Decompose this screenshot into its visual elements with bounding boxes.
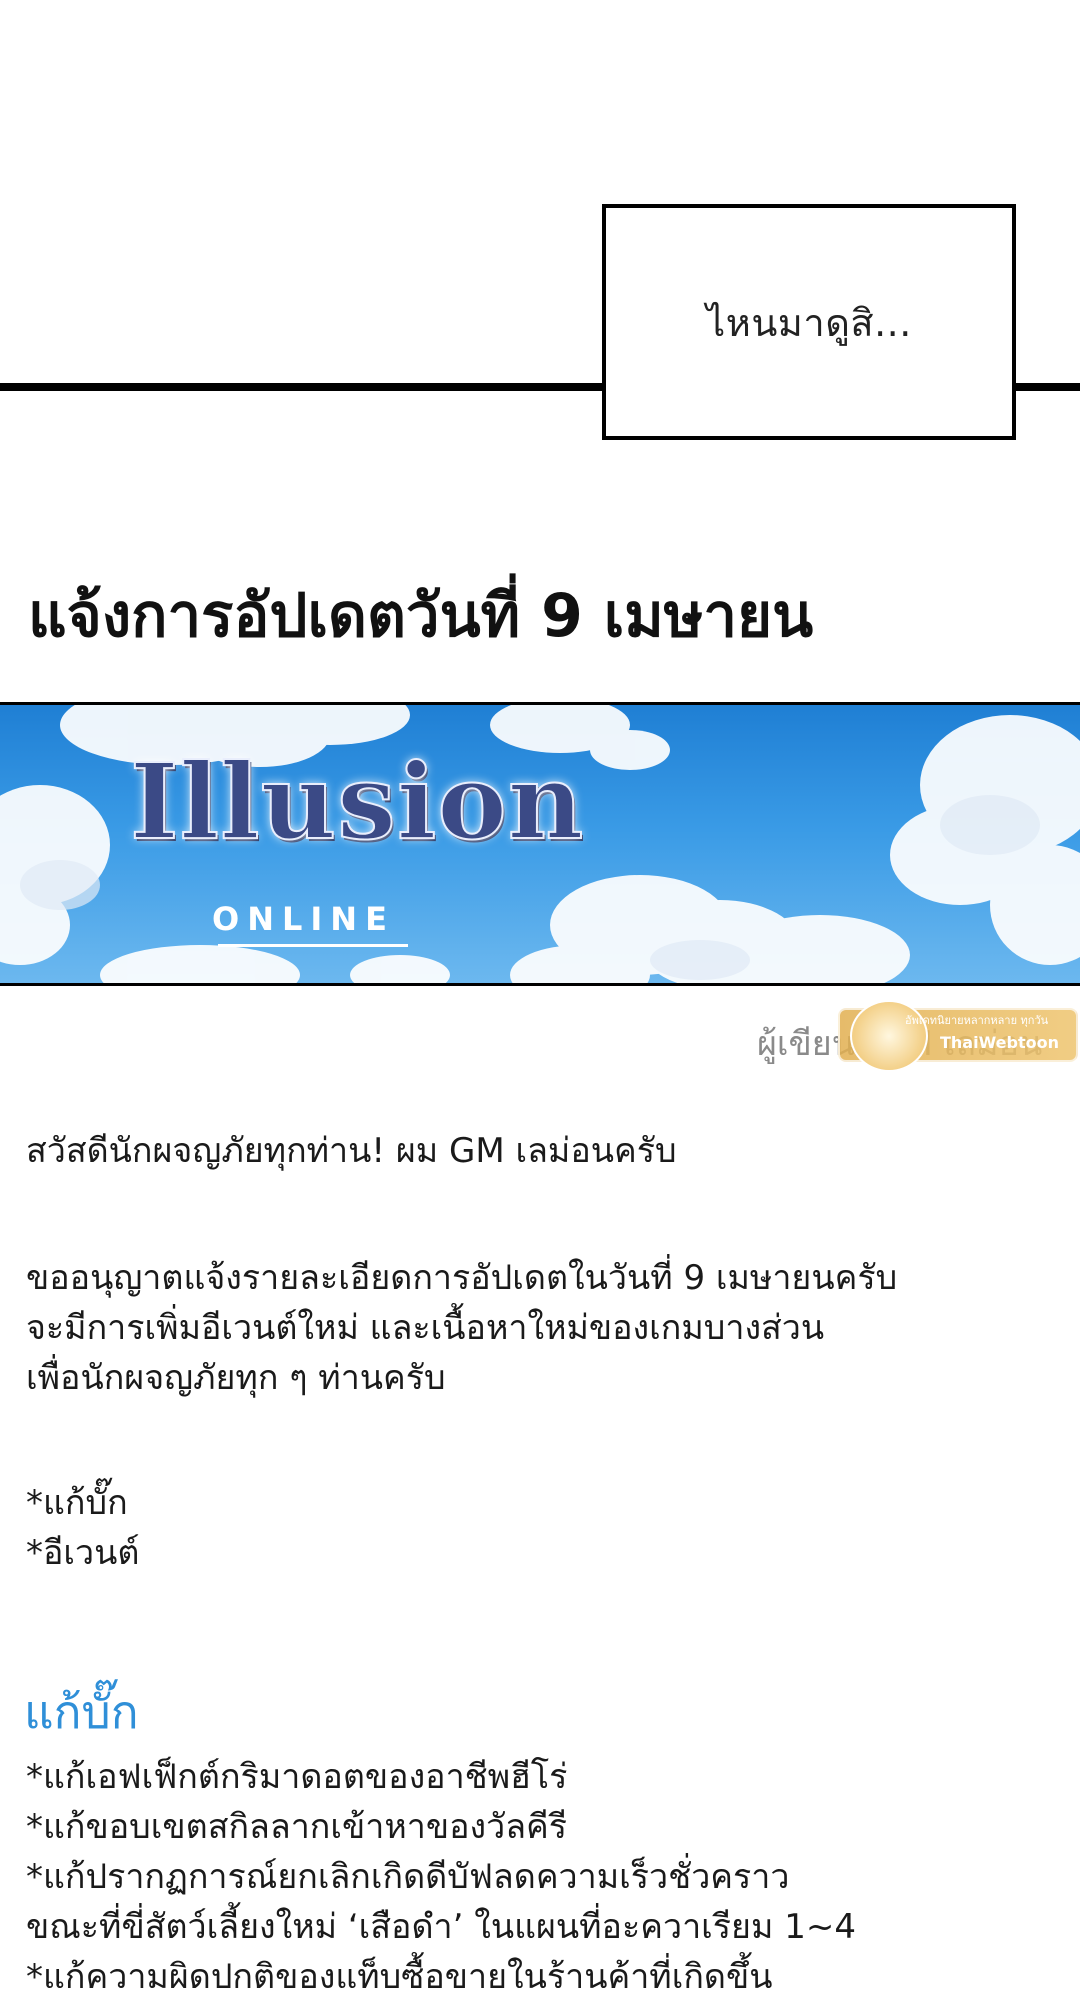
intro-paragraph: ขออนุญาตแจ้งรายละเอียดการอัปเดตในวันที่ … [26, 1253, 897, 1403]
intro-line: ขออนุญาตแจ้งรายละเอียดการอัปเดตในวันที่ … [26, 1258, 898, 1298]
bugfix-list: *แก้เอฟเฟ็กต์กริมาดอตของอาชีพฮีโร่ *แก้ข… [26, 1752, 856, 2002]
logo-underline [218, 944, 408, 947]
contents-list: *แก้บั๊ก *อีเวนต์ [26, 1478, 139, 1578]
watermark-tagline: อัพเดทนิยายหลากหลาย ทุกวัน [905, 1014, 1049, 1027]
bugfix-item: *แก้เอฟเฟ็กต์กริมาดอตของอาชีพฮีโร่ [26, 1757, 568, 1797]
bugfix-item: *แก้ปรากฏการณ์ยกเลิกเกิดดีบัฟลดความเร็วช… [26, 1857, 790, 1897]
greeting-text: สวัสดีนักผจญภัยทุกท่าน! ผม GM เลม่อนครับ [26, 1131, 677, 1171]
game-logo-subtitle: ONLINE [212, 900, 395, 938]
contents-item-event: *อีเวนต์ [26, 1533, 140, 1573]
contents-item-bugfix: *แก้บั๊ก [26, 1483, 128, 1523]
game-logo-title: Illusion [129, 739, 585, 864]
intro-line: จะมีการเพิ่มอีเวนต์ใหม่ และเนื้อหาใหม่ขอ… [26, 1308, 825, 1348]
intro-line: เพื่อนักผจญภัยทุก ๆ ท่านครับ [26, 1358, 446, 1398]
notice-title: แจ้งการอัปเดตวันที่ 9 เมษายน [28, 581, 814, 651]
speech-bubble: ไหนมาดูสิ... [602, 204, 1016, 440]
speech-bubble-text: ไหนมาดูสิ... [706, 300, 912, 345]
watermark-name: ThaiWebtoon [940, 1033, 1059, 1052]
bugfix-heading: แก้บั๊ก [24, 1685, 139, 1739]
bugfix-item: *แก้ขอบเขตสกิลลากเข้าหาของวัลคีรี [26, 1807, 568, 1847]
bugfix-item: *แก้ความผิดปกติของแท็บซื้อขายในร้านค้าที… [26, 1957, 773, 1997]
bugfix-item: ขณะที่ขี่สัตว์เลี้ยงใหม่ ‘เสือดำ’ ในแผนท… [26, 1907, 856, 1947]
